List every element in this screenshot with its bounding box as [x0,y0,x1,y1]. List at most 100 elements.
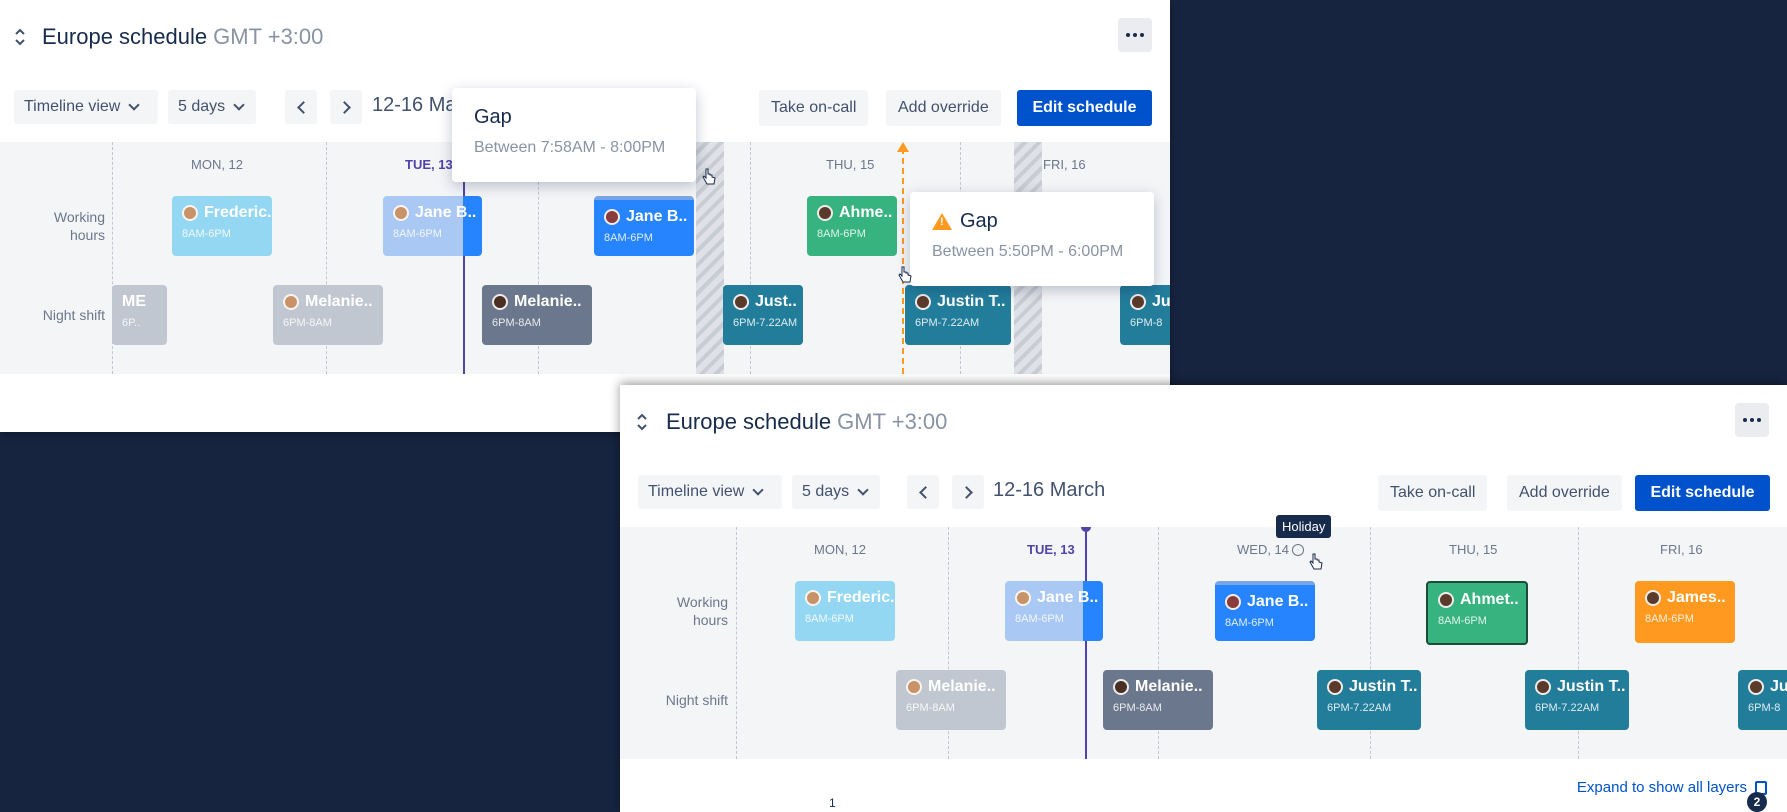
more-options-button[interactable] [1118,18,1152,52]
shift-name-label: Ju [1770,678,1787,695]
schedule-name: Europe schedule [666,409,832,434]
edit-schedule-button[interactable]: Edit schedule [1017,90,1152,126]
chevron-down-icon [233,99,245,111]
day-header: THU, 15 [1449,542,1498,557]
shift-time: 6PM-8 [1748,702,1781,714]
chevron-left-icon [918,485,932,499]
shift-name: Ju [1130,293,1170,311]
timezone-label: GMT +3:00 [213,24,324,49]
shift-time: 8AM-6PM [604,232,653,244]
gap-marker-line [897,142,909,374]
shift-name-label: Justin T.. [1557,678,1626,695]
add-override-button[interactable]: Add override [886,90,1001,126]
day-header: WED, 14 [1237,542,1305,557]
hand-cursor-icon [1309,553,1323,570]
shift-block[interactable]: Jane B.. 8AM-6PM [1215,581,1315,641]
shift-name: Melanie.. [283,293,373,311]
shift-name: James.. [1645,589,1726,607]
gap-tooltip-title: Gap [474,106,512,128]
expand-collapse-icon[interactable] [636,411,648,433]
shift-block[interactable]: James.. 8AM-6PM [1635,581,1735,643]
chevron-down-icon [752,484,764,496]
shift-block-selected[interactable]: Ahmet.. 8AM-6PM [1426,581,1528,645]
shift-block[interactable]: Melanie.. 6PM-8AM [482,285,592,345]
shift-name: Jane B.. [1225,593,1309,611]
expand-collapse-icon[interactable] [14,26,26,48]
shift-block[interactable]: ME 6P.. [112,285,167,345]
shift-block[interactable]: Frederic.. 8AM-6PM [172,196,272,256]
gap-warning-title: Gap [932,210,1132,233]
days-select[interactable]: 5 days [168,90,256,124]
warning-icon [932,213,952,230]
view-select[interactable]: Timeline view [14,90,158,124]
gap-tooltip: Gap Between 7:58AM - 8:00PM [452,88,696,182]
shift-name-label: Melanie.. [305,293,373,310]
avatar [915,294,931,310]
shift-block[interactable]: Just.. 6PM-7.22AM [723,285,803,345]
shift-block[interactable]: Justin T.. 6PM-7.22AM [1525,670,1629,730]
take-oncall-button[interactable]: Take on-call [1378,475,1488,511]
next-period-button[interactable] [952,475,984,509]
shift-block[interactable]: Ahme.. 8AM-6PM [807,196,897,256]
shift-name: Melanie.. [1113,678,1203,696]
schedule-name: Europe schedule [42,24,208,49]
edit-schedule-button[interactable]: Edit schedule [1635,475,1770,511]
more-options-button[interactable] [1735,403,1769,437]
next-period-button[interactable] [330,90,362,124]
shift-time: 6PM-8 [1130,317,1163,329]
chevron-left-icon [296,100,310,114]
timeline-grid: MON, 12 TUE, 13 WED, 14 THU, 15 FRI, 16 … [620,527,1787,759]
shift-block[interactable]: Justin T.. 6PM-7.22AM [1317,670,1421,730]
shift-block[interactable]: Melanie.. 6PM-8AM [1103,670,1213,730]
avatar [1225,594,1241,610]
prev-period-button[interactable] [285,90,317,124]
shift-time: 6PM-8AM [906,702,955,714]
shift-block[interactable]: Melanie.. 6PM-8AM [896,670,1006,730]
row-label-working-hours: Working hours [53,209,105,243]
avatar [182,205,198,221]
avatar [604,209,620,225]
avatar [1130,294,1146,310]
shift-name-label: Frederic.. [204,204,272,221]
shift-block[interactable]: Jane B.. 8AM-6PM [1005,581,1103,641]
shift-block[interactable]: Ju 6PM-8 [1120,285,1170,345]
shift-name-label: Melanie.. [514,293,582,310]
avatar [1015,590,1031,606]
prev-period-button[interactable] [907,475,939,509]
chevron-right-icon [959,485,973,499]
annotation-label-1: 1 [829,796,836,810]
shift-name: Justin T.. [915,293,1005,311]
shift-time: 8AM-6PM [817,228,866,240]
shift-block[interactable]: Justin T.. 6PM-7.22AM [905,285,1011,345]
add-override-button[interactable]: Add override [1507,475,1622,511]
view-select[interactable]: Timeline view [638,475,782,509]
shift-name: Just.. [733,293,797,311]
shift-time: 6PM-8AM [492,317,541,329]
expand-layers-link[interactable]: Expand to show all layers [1577,779,1747,796]
shift-block[interactable]: Ju 6PM-8 [1738,670,1787,730]
shift-name-label: Just.. [755,293,797,310]
shift-block[interactable]: Melanie.. 6PM-8AM [273,285,383,345]
avatar [1438,592,1454,608]
shift-name: Jane B.. [604,208,687,226]
gap-warning-subtitle: Between 5:50PM - 6:00PM [932,243,1124,260]
shift-name-label: Frederic.. [827,589,895,606]
days-select[interactable]: 5 days [792,475,880,509]
shift-name-label: Ju [1152,293,1170,310]
schedule-header: Europe schedule GMT +3:00 [0,0,1170,78]
shift-name: Melanie.. [906,678,996,696]
shift-block[interactable]: Frederic.. 8AM-6PM [795,581,895,641]
shift-block[interactable]: Jane B.. 8AM-6PM [383,196,482,256]
shift-name: Justin T.. [1327,678,1417,696]
date-range: 12-16 Ma [372,94,457,116]
shift-name: Ju [1748,678,1787,696]
shift-time: 8AM-6PM [805,613,854,625]
current-time-dot [1081,527,1091,532]
shift-name-label: Jane B.. [1247,593,1309,610]
shift-block[interactable]: Jane B.. 8AM-6PM [594,196,694,256]
take-oncall-button[interactable]: Take on-call [759,90,869,126]
day-header: FRI, 16 [1043,157,1086,172]
hand-cursor-icon [898,266,912,283]
gap-marker-icon [897,142,909,152]
info-icon[interactable] [1292,544,1305,556]
